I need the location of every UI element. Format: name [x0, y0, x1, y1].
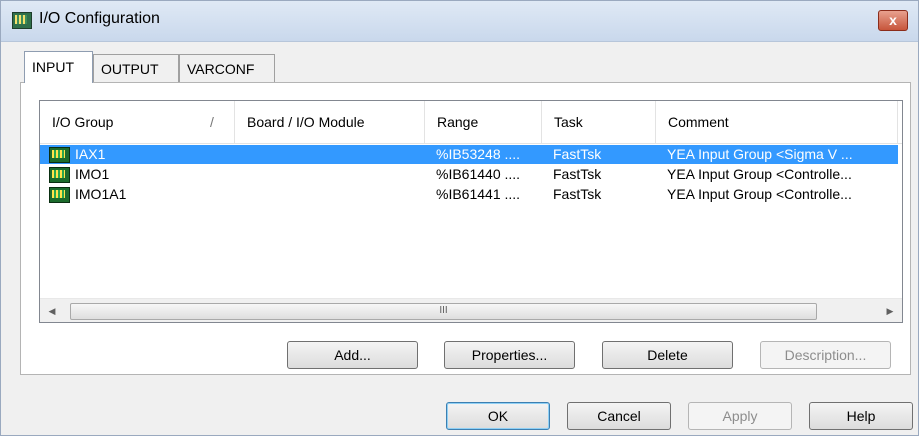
io-configuration-dialog: I/O Configuration x INPUT OUTPUT VARCONF… — [0, 0, 919, 436]
column-header-comment[interactable]: Comment — [656, 101, 898, 143]
properties-button[interactable]: Properties... — [444, 341, 575, 369]
cell-task: FastTsk — [553, 146, 602, 162]
column-header-label: I/O Group — [52, 114, 114, 130]
cell-board — [247, 185, 417, 204]
close-button[interactable]: x — [878, 10, 908, 31]
cell-task: FastTsk — [553, 166, 602, 182]
cell-comment: YEA Input Group <Sigma V ... — [667, 146, 853, 162]
cancel-button[interactable]: Cancel — [567, 402, 671, 430]
cell-board — [247, 165, 417, 184]
delete-button[interactable]: Delete — [602, 341, 733, 369]
horizontal-scrollbar[interactable]: ◀ III ▶ — [40, 298, 902, 322]
cell-comment: YEA Input Group <Controlle... — [667, 166, 852, 182]
io-config-app-icon — [12, 12, 32, 29]
io-group-list[interactable]: I/O Group / Board / I/O Module Range Tas… — [39, 100, 903, 323]
add-button[interactable]: Add... — [287, 341, 418, 369]
column-header-io-group[interactable]: I/O Group / — [40, 101, 235, 143]
column-resize-mark: / — [210, 114, 214, 130]
cell-board — [247, 145, 417, 164]
io-group-icon — [49, 147, 70, 163]
ok-button[interactable]: OK — [446, 402, 550, 430]
title-bar: I/O Configuration x — [1, 1, 918, 42]
list-header: I/O Group / Board / I/O Module Range Tas… — [40, 101, 902, 144]
cell-io-group: IMO1 — [75, 166, 110, 182]
tab-varconf[interactable]: VARCONF — [179, 54, 275, 82]
window-title: I/O Configuration — [39, 10, 160, 27]
cell-range: %IB53248 .... — [436, 146, 521, 162]
apply-button[interactable]: Apply — [688, 402, 792, 430]
cell-io-group: IMO1A1 — [75, 186, 127, 202]
cell-comment: YEA Input Group <Controlle... — [667, 186, 852, 202]
io-group-icon — [49, 167, 70, 183]
cell-range: %IB61441 .... — [436, 186, 521, 202]
column-header-board[interactable]: Board / I/O Module — [235, 101, 425, 143]
help-button[interactable]: Help — [809, 402, 913, 430]
description-button[interactable]: Description... — [760, 341, 891, 369]
cell-range: %IB61440 .... — [436, 166, 521, 182]
column-header-range[interactable]: Range — [425, 101, 542, 143]
table-row[interactable]: IAX1 %IB53248 .... FastTsk YEA Input Gro… — [40, 145, 898, 164]
scroll-right-icon[interactable]: ▶ — [878, 299, 902, 322]
cell-task: FastTsk — [553, 186, 602, 202]
table-row[interactable]: IMO1 %IB61440 .... FastTsk YEA Input Gro… — [40, 165, 898, 184]
scroll-thumb[interactable]: III — [70, 303, 817, 320]
table-row[interactable]: IMO1A1 %IB61441 .... FastTsk YEA Input G… — [40, 185, 898, 204]
tab-output[interactable]: OUTPUT — [93, 54, 179, 82]
column-header-task[interactable]: Task — [542, 101, 656, 143]
tab-input[interactable]: INPUT — [24, 51, 93, 83]
io-group-icon — [49, 187, 70, 203]
cell-io-group: IAX1 — [75, 146, 106, 162]
scroll-left-icon[interactable]: ◀ — [40, 299, 64, 322]
